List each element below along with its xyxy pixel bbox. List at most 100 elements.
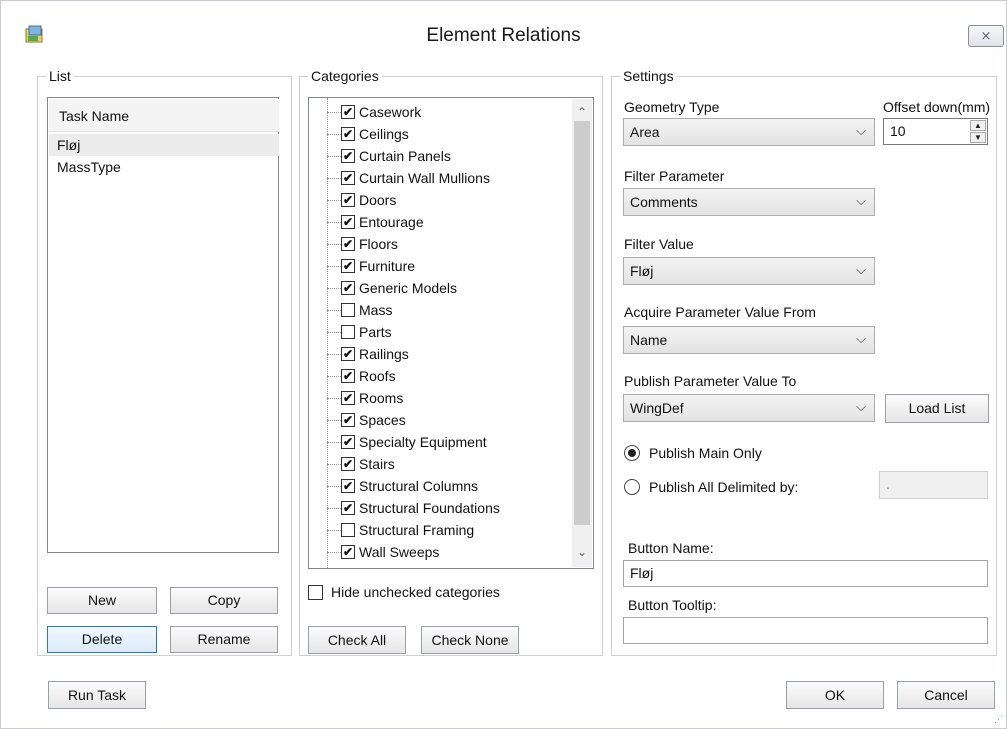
category-row[interactable]: ✔ Entourage [309, 211, 569, 233]
load-list-button[interactable]: Load List [885, 394, 989, 423]
category-checkbox[interactable]: ✔ [341, 501, 355, 515]
category-checkbox[interactable]: ✔ [341, 457, 355, 471]
close-button[interactable]: ⨯ [968, 25, 1004, 47]
checkmark-icon: ✔ [342, 413, 354, 427]
geometry-type-select[interactable]: Area ⌵ [623, 118, 875, 146]
task-list-header[interactable]: Task Name [49, 99, 279, 132]
offset-stepper[interactable]: 10 ▲ ▼ [883, 118, 988, 145]
scroll-up-icon[interactable]: ⌃ [572, 105, 592, 119]
resize-grip-icon[interactable]: ⋰ [994, 714, 1003, 725]
task-list[interactable]: Task Name Fløj MassType [47, 97, 279, 553]
category-checkbox[interactable]: ✔ [341, 127, 355, 141]
check-none-button[interactable]: Check None [421, 626, 519, 654]
publish-main-only-radio[interactable] [624, 445, 640, 461]
list-group-legend: List [46, 68, 74, 85]
category-checkbox[interactable]: ✔ [341, 545, 355, 559]
category-checkbox[interactable]: ✔ [341, 215, 355, 229]
button-name-label: Button Name: [628, 540, 714, 556]
category-label: Railings [359, 346, 409, 362]
category-checkbox[interactable]: ✔ [341, 193, 355, 207]
list-group: List Task Name Fløj MassType New Copy De… [37, 68, 292, 656]
button-name-field[interactable]: Fløj [623, 560, 988, 587]
category-label: Entourage [359, 214, 424, 230]
category-row[interactable]: ✔ Structural Foundations [309, 497, 569, 519]
category-checkbox[interactable]: ✔ [341, 149, 355, 163]
delimiter-field[interactable]: . [879, 471, 988, 499]
checkmark-icon: ✔ [342, 127, 354, 141]
category-row[interactable]: ✔ Generic Models [309, 277, 569, 299]
checkmark-icon: ✔ [342, 105, 354, 119]
checkmark-icon: ✔ [342, 391, 354, 405]
category-row[interactable]: ✔ Railings [309, 343, 569, 365]
hide-unchecked-checkbox[interactable] [308, 585, 323, 600]
category-label: Spaces [359, 412, 406, 428]
category-row[interactable]: Structural Framing [309, 519, 569, 541]
cancel-button[interactable]: Cancel [897, 681, 995, 709]
category-row[interactable]: ✔ Rooms [309, 387, 569, 409]
checkmark-icon: ✔ [342, 501, 354, 515]
category-checkbox[interactable] [341, 325, 355, 339]
category-checkbox[interactable]: ✔ [341, 347, 355, 361]
publish-parameter-select[interactable]: WingDef ⌵ [623, 394, 875, 422]
run-task-button[interactable]: Run Task [48, 681, 146, 709]
spin-up-icon[interactable]: ▲ [970, 120, 986, 131]
category-checkbox[interactable]: ✔ [341, 171, 355, 185]
category-checkbox[interactable]: ✔ [341, 281, 355, 295]
tree-connector [327, 530, 341, 531]
list-item[interactable]: MassType [49, 156, 279, 178]
category-row[interactable]: ✔ Roofs [309, 365, 569, 387]
ok-button[interactable]: OK [786, 681, 884, 709]
spin-down-icon[interactable]: ▼ [970, 132, 986, 143]
category-checkbox[interactable]: ✔ [341, 479, 355, 493]
category-row[interactable]: ✔ Ceilings [309, 123, 569, 145]
list-item[interactable]: Fløj [49, 134, 279, 156]
category-row[interactable]: ✔ Doors [309, 189, 569, 211]
checkmark-icon: ✔ [342, 171, 354, 185]
category-checkbox[interactable]: ✔ [341, 105, 355, 119]
tree-connector [327, 134, 341, 135]
category-row[interactable]: ✔ Curtain Panels [309, 145, 569, 167]
category-row[interactable]: ✔ Specialty Equipment [309, 431, 569, 453]
tree-connector [327, 442, 341, 443]
button-tooltip-field[interactable] [623, 617, 988, 644]
tree-connector [327, 486, 341, 487]
category-row[interactable]: ✔ Casework [309, 101, 569, 123]
filter-parameter-select[interactable]: Comments ⌵ [623, 188, 875, 216]
category-row[interactable]: ✔ Wall Sweeps [309, 541, 569, 563]
tree-connector [327, 266, 341, 267]
category-row[interactable]: ✔ Floors [309, 233, 569, 255]
category-row[interactable]: Mass [309, 299, 569, 321]
category-checkbox[interactable]: ✔ [341, 237, 355, 251]
category-row[interactable]: ✔ Spaces [309, 409, 569, 431]
category-label: Structural Foundations [359, 500, 500, 516]
rename-button[interactable]: Rename [170, 626, 278, 653]
tree-connector [327, 420, 341, 421]
check-all-button[interactable]: Check All [308, 626, 406, 654]
publish-delimited-radio[interactable] [624, 479, 640, 495]
category-checkbox[interactable]: ✔ [341, 435, 355, 449]
category-row[interactable]: ✔ Curtain Wall Mullions [309, 167, 569, 189]
checkmark-icon: ✔ [342, 369, 354, 383]
category-row[interactable]: ✔ Furniture [309, 255, 569, 277]
category-row[interactable]: ✔ Stairs [309, 453, 569, 475]
new-button[interactable]: New [47, 587, 157, 614]
category-row[interactable]: Parts [309, 321, 569, 343]
category-checkbox[interactable] [341, 523, 355, 537]
categories-tree[interactable]: ✔ Casework ✔ Ceilings ✔ Curtain Panels ✔ Curtai… [308, 97, 594, 569]
category-checkbox[interactable]: ✔ [341, 369, 355, 383]
scroll-down-icon[interactable]: ⌄ [572, 545, 592, 559]
category-row[interactable]: ✔ Structural Columns [309, 475, 569, 497]
category-label: Floors [359, 236, 398, 252]
category-checkbox[interactable]: ✔ [341, 413, 355, 427]
category-label: Structural Columns [359, 478, 479, 494]
category-checkbox[interactable]: ✔ [341, 259, 355, 273]
category-checkbox[interactable]: ✔ [341, 391, 355, 405]
delete-button[interactable]: Delete [47, 626, 157, 653]
filter-value-select[interactable]: Fløj ⌵ [623, 257, 875, 285]
tree-scrollbar[interactable]: ⌃ ⌄ [572, 99, 592, 567]
acquire-parameter-select[interactable]: Name ⌵ [623, 326, 875, 354]
category-checkbox[interactable] [341, 303, 355, 317]
copy-button[interactable]: Copy [170, 587, 278, 614]
scroll-thumb[interactable] [574, 121, 590, 525]
category-label: Curtain Panels [359, 148, 451, 164]
